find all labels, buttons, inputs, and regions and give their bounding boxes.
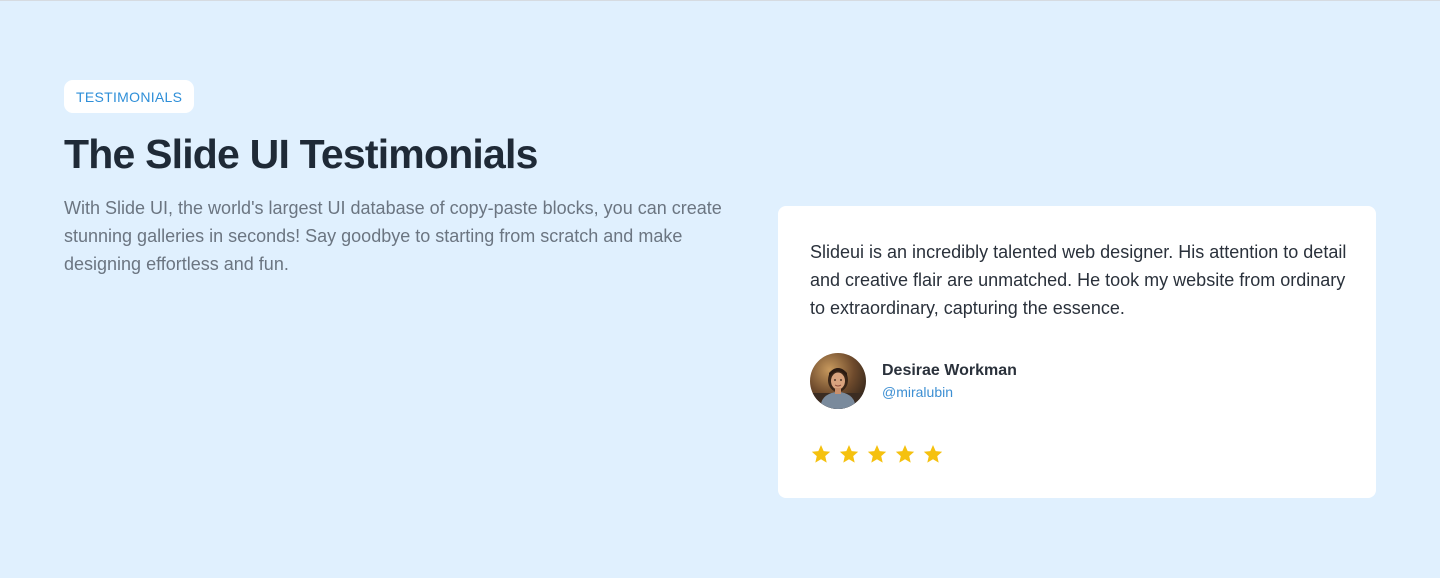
star-rating bbox=[810, 443, 944, 465]
star-icon bbox=[839, 445, 859, 463]
section-title: The Slide UI Testimonials bbox=[64, 131, 538, 177]
star-icon bbox=[867, 445, 887, 463]
star-icon bbox=[895, 445, 915, 463]
author-name: Desirae Workman bbox=[882, 362, 1017, 379]
author-handle: @miralubin bbox=[882, 384, 954, 400]
testimonial-card: Slideui is an incredibly talented web de… bbox=[778, 206, 1376, 498]
testimonial-author: Desirae Workman @miralubin bbox=[810, 353, 1017, 409]
avatar-photo bbox=[810, 353, 866, 409]
section-badge-label: TESTIMONIALS bbox=[76, 88, 183, 105]
author-info: Desirae Workman @miralubin bbox=[882, 360, 1017, 402]
star-icon bbox=[811, 445, 831, 463]
section-description: With Slide UI, the world's largest UI da… bbox=[64, 198, 722, 274]
top-divider bbox=[0, 0, 1440, 1]
avatar bbox=[810, 353, 866, 409]
testimonial-quote: Slideui is an incredibly talented web de… bbox=[810, 242, 1347, 318]
section-badge: TESTIMONIALS bbox=[64, 80, 195, 113]
star-icon bbox=[923, 445, 943, 463]
